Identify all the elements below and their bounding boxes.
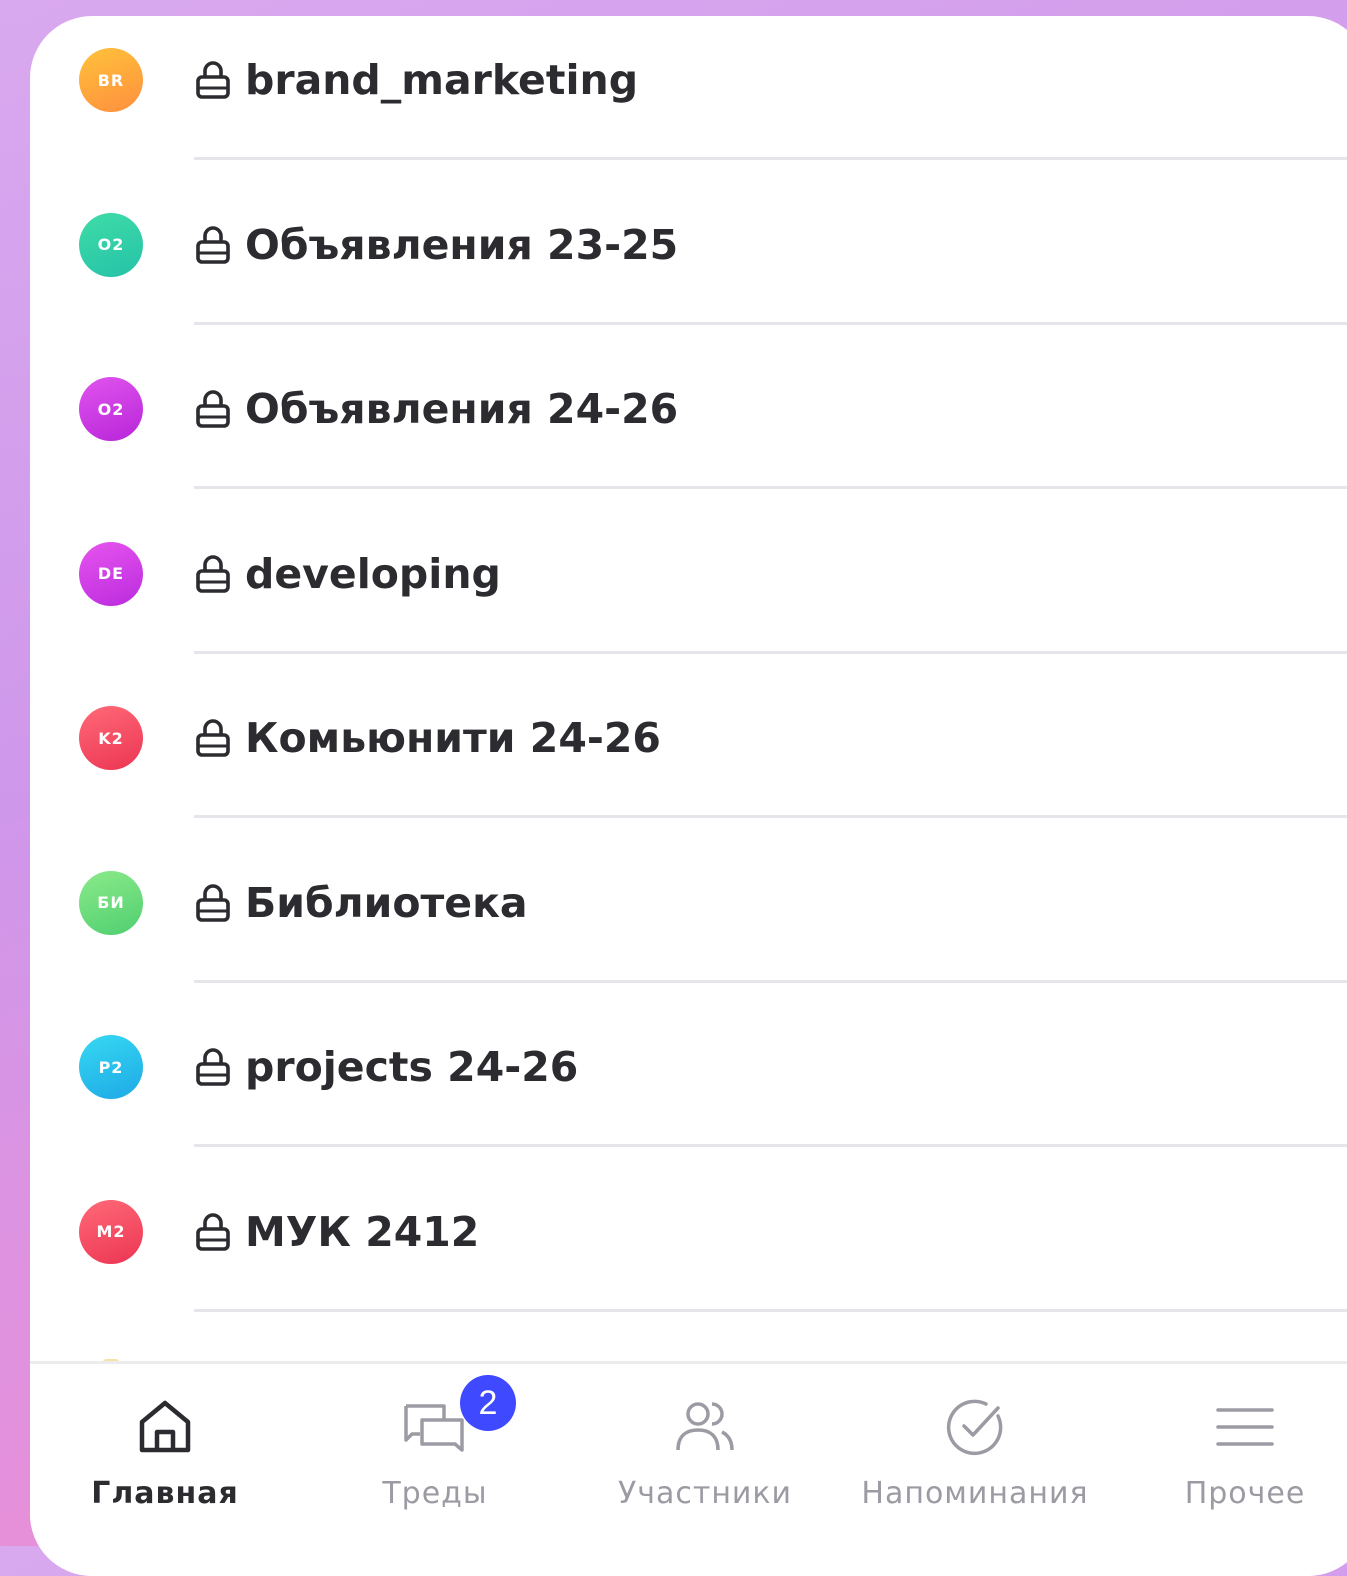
members-icon — [676, 1402, 734, 1451]
check-circle-icon — [946, 1399, 1003, 1456]
channel-row[interactable]: M2 МУК 2412 — [30, 1168, 1347, 1333]
channel-row[interactable]: БИ Библиотека — [30, 839, 1347, 1004]
tab-members-label: Участники — [617, 1476, 793, 1511]
lock-icon — [196, 1212, 230, 1251]
tab-reminders[interactable]: Напоминания — [840, 1364, 1110, 1554]
channel-name: Библиотека — [245, 878, 528, 927]
tab-threads-label: Треды — [382, 1476, 488, 1511]
channel-avatar: K2 — [79, 706, 143, 770]
divider — [194, 486, 1347, 489]
channel-name: projects 24-26 — [245, 1043, 579, 1091]
channel-name: developing — [245, 549, 501, 598]
channel-row[interactable]: O2 Объявления 23-25 — [30, 181, 1347, 346]
menu-icon — [1216, 1408, 1274, 1446]
lock-icon — [196, 719, 230, 757]
channel-avatar: O2 — [79, 212, 143, 277]
lock-icon — [196, 225, 230, 264]
tab-members[interactable]: Участники — [570, 1364, 840, 1554]
channel-avatar: BR — [79, 48, 143, 112]
divider — [194, 979, 1347, 983]
divider — [194, 815, 1347, 818]
lock-icon — [196, 1048, 230, 1086]
divider — [194, 321, 1347, 325]
channel-avatar: M2 — [79, 1199, 143, 1264]
tab-home-label: Главная — [91, 1476, 239, 1511]
channel-avatar: DE — [79, 541, 143, 606]
divider — [194, 1308, 1347, 1312]
tab-more[interactable]: Прочее — [1110, 1364, 1347, 1554]
channel-name: Объявления 23-25 — [245, 220, 679, 269]
channel-row[interactable]: K2 Комьюнити 24-26 — [30, 674, 1347, 839]
channel-name: МУК 2412 — [245, 1207, 480, 1256]
channel-row[interactable]: P2 projects 24-26 — [30, 1003, 1347, 1168]
tab-home[interactable]: Главная — [30, 1364, 300, 1554]
channel-row[interactable]: O2 Объявления 24-26 — [30, 345, 1347, 510]
app-screen: BR brand_marketing O2 Объявления 23-25 O… — [30, 16, 1347, 1576]
home-icon — [139, 1400, 191, 1453]
divider — [194, 650, 1347, 654]
channel-name: Комьюнити 24-26 — [245, 714, 661, 762]
tab-more-label: Прочее — [1184, 1476, 1306, 1511]
bottom-tab-bar: Главная Треды Участники Напоминания Проч… — [30, 1361, 1347, 1576]
channel-name: brand_marketing — [245, 56, 639, 104]
lock-icon — [196, 390, 230, 428]
tab-threads[interactable]: Треды — [300, 1364, 570, 1554]
channel-row[interactable]: BR brand_marketing — [30, 16, 1347, 181]
divider — [194, 157, 1347, 160]
channel-name: Объявления 24-26 — [245, 385, 679, 433]
channel-avatar: БИ — [79, 870, 143, 935]
tab-reminders-label: Напоминания — [861, 1476, 1089, 1511]
lock-icon — [196, 61, 230, 99]
channel-avatar: P2 — [79, 1035, 143, 1099]
lock-icon — [196, 554, 230, 593]
channel-avatar: O2 — [79, 377, 143, 441]
channel-list: BR brand_marketing O2 Объявления 23-25 O… — [30, 16, 1347, 1332]
lock-icon — [196, 883, 230, 922]
channel-row[interactable]: DE developing — [30, 510, 1347, 675]
divider — [194, 1144, 1347, 1147]
threads-unread-badge: 2 — [460, 1375, 516, 1431]
threads-icon — [404, 1404, 464, 1452]
